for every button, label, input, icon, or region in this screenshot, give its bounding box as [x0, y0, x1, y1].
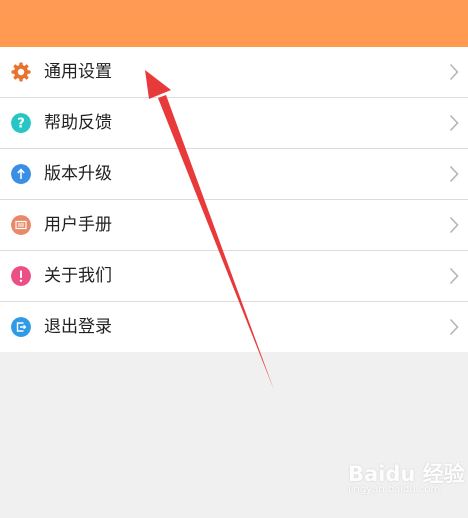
- chevron-right-icon: [449, 63, 459, 81]
- menu-item-label: 关于我们: [44, 266, 112, 286]
- info-icon: [11, 266, 31, 286]
- settings-menu: 通用设置 ? 帮助反馈 版本升级 用户手册 关于我们 退出登录: [0, 47, 468, 352]
- watermark-url: jingyan.baidu.com: [348, 484, 441, 495]
- menu-item-label: 帮助反馈: [44, 113, 112, 133]
- gear-icon: [11, 62, 31, 82]
- menu-item-general-settings[interactable]: 通用设置: [0, 47, 468, 98]
- menu-item-label: 通用设置: [44, 62, 112, 82]
- manual-icon: [11, 215, 31, 235]
- chevron-right-icon: [449, 165, 459, 183]
- menu-item-about-us[interactable]: 关于我们: [0, 251, 468, 302]
- menu-item-label: 退出登录: [44, 317, 112, 337]
- app-header: [0, 0, 468, 47]
- menu-item-logout[interactable]: 退出登录: [0, 302, 468, 352]
- svg-text:?: ?: [17, 117, 25, 132]
- question-icon: ?: [11, 113, 31, 133]
- chevron-right-icon: [449, 318, 459, 336]
- settings-screen: 通用设置 ? 帮助反馈 版本升级 用户手册 关于我们 退出登录 Baidu 经验…: [0, 0, 468, 518]
- menu-item-label: 版本升级: [44, 164, 112, 184]
- menu-item-user-manual[interactable]: 用户手册: [0, 200, 468, 251]
- chevron-right-icon: [449, 114, 459, 132]
- upgrade-arrow-icon: [11, 164, 31, 184]
- chevron-right-icon: [449, 267, 459, 285]
- logout-icon: [11, 317, 31, 337]
- menu-item-help-feedback[interactable]: ? 帮助反馈: [0, 98, 468, 149]
- menu-item-label: 用户手册: [44, 215, 112, 235]
- baidu-watermark: Baidu 经验 jingyan.baidu.com: [348, 454, 465, 500]
- chevron-right-icon: [449, 216, 459, 234]
- menu-item-version-upgrade[interactable]: 版本升级: [0, 149, 468, 200]
